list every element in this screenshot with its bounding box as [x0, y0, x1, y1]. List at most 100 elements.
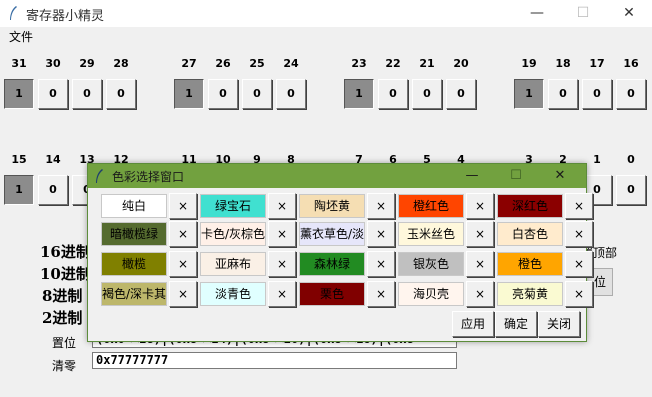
bit-toggle-button[interactable]: 0	[548, 79, 578, 109]
color-swatch[interactable]: 暗橄榄绿	[101, 222, 167, 246]
remove-color-button[interactable]: ×	[367, 221, 395, 247]
bit-label: 27	[181, 57, 197, 70]
bit-toggle-button[interactable]: 0	[38, 79, 68, 109]
remove-color-button[interactable]: ×	[268, 193, 296, 219]
remove-color-button[interactable]: ×	[169, 221, 197, 247]
ok-button[interactable]: 确定	[495, 311, 537, 337]
remove-color-button[interactable]: ×	[367, 193, 395, 219]
remove-color-button[interactable]: ×	[565, 281, 593, 307]
bit-toggle-button[interactable]: 1	[4, 79, 34, 109]
dialog-title-bar: 色彩选择窗口 — ☐ ✕	[88, 164, 586, 188]
remove-color-button[interactable]: ×	[268, 281, 296, 307]
bit-toggle-button[interactable]: 0	[38, 175, 68, 205]
color-swatch[interactable]: 绿宝石	[200, 194, 266, 218]
bit-toggle-button[interactable]: 0	[378, 79, 408, 109]
bit-toggle-button[interactable]: 0	[106, 79, 136, 109]
dialog-close-action-button[interactable]: 关闭	[538, 311, 580, 337]
remove-color-button[interactable]: ×	[169, 281, 197, 307]
window-title: 寄存器小精灵	[26, 9, 105, 24]
color-swatch[interactable]: 深红色	[497, 194, 563, 218]
color-swatch[interactable]: 陶坯黄	[299, 194, 365, 218]
dialog-title: 色彩选择窗口	[112, 170, 185, 184]
bit-label: 20	[453, 57, 469, 70]
feather-icon	[96, 169, 103, 183]
bit-label: 16	[623, 57, 639, 70]
bit-toggle-button[interactable]: 1	[174, 79, 204, 109]
bit-label: 26	[215, 57, 231, 70]
bit-toggle-button[interactable]: 1	[514, 79, 544, 109]
bit-toggle-button[interactable]: 0	[616, 79, 646, 109]
bit-label: 19	[521, 57, 537, 70]
bit-label: 17	[589, 57, 605, 70]
oct-label: 8进制	[42, 287, 83, 305]
bit-toggle-button[interactable]: 0	[616, 175, 646, 205]
color-swatch[interactable]: 薰衣草色/淡紫色	[299, 222, 365, 246]
color-swatch[interactable]: 栗色	[299, 282, 365, 306]
remove-color-button[interactable]: ×	[367, 251, 395, 277]
color-swatch[interactable]: 褐色/深卡其	[101, 282, 167, 306]
remove-color-button[interactable]: ×	[268, 251, 296, 277]
bit-toggle-button[interactable]: 0	[242, 79, 272, 109]
bit-label: 18	[555, 57, 571, 70]
color-swatch[interactable]: 亮菊黄	[497, 282, 563, 306]
bit-label: 15	[11, 153, 27, 166]
color-swatch[interactable]: 橙红色	[398, 194, 464, 218]
bit-toggle-button[interactable]: 0	[72, 79, 102, 109]
bit-label: 24	[283, 57, 299, 70]
color-swatch[interactable]: 淡青色	[200, 282, 266, 306]
bit-toggle-button[interactable]: 0	[446, 79, 476, 109]
remove-color-button[interactable]: ×	[565, 251, 593, 277]
apply-button[interactable]: 应用	[452, 311, 494, 337]
remove-color-button[interactable]: ×	[367, 281, 395, 307]
dec-label: 10进制	[40, 265, 91, 283]
color-swatch[interactable]: 亚麻布	[200, 252, 266, 276]
title-bar: 寄存器小精灵 — ☐ ✕	[0, 0, 652, 27]
bit-label: 30	[45, 57, 61, 70]
menu-file[interactable]: 文件	[9, 28, 33, 45]
remove-color-button[interactable]: ×	[466, 281, 494, 307]
color-swatch[interactable]: 白杏色	[497, 222, 563, 246]
minimize-button[interactable]: —	[514, 0, 560, 27]
color-swatch[interactable]: 橙色	[497, 252, 563, 276]
bit-label: 21	[419, 57, 435, 70]
close-button[interactable]: ✕	[606, 0, 652, 27]
remove-color-button[interactable]: ×	[169, 193, 197, 219]
remove-color-button[interactable]: ×	[466, 193, 494, 219]
bit-label: 23	[351, 57, 367, 70]
dialog-close-button[interactable]: ✕	[538, 164, 582, 188]
bit-label: 22	[385, 57, 401, 70]
clear-value-field[interactable]: 0x77777777	[92, 352, 457, 369]
remove-color-button[interactable]: ×	[466, 221, 494, 247]
set-label: 置位	[52, 336, 77, 350]
remove-color-button[interactable]: ×	[268, 221, 296, 247]
hex-label: 16进制	[40, 243, 91, 261]
remove-color-button[interactable]: ×	[466, 251, 494, 277]
color-swatch[interactable]: 海贝壳	[398, 282, 464, 306]
dialog-maximize-button[interactable]: ☐	[494, 164, 538, 188]
bit-label: 0	[627, 153, 635, 166]
bit-label: 14	[45, 153, 61, 166]
color-swatch[interactable]: 玉米丝色	[398, 222, 464, 246]
menu-bar: 文件	[0, 27, 652, 45]
remove-color-button[interactable]: ×	[565, 193, 593, 219]
bit-toggle-button[interactable]: 1	[344, 79, 374, 109]
feather-icon	[10, 6, 17, 20]
dialog-minimize-button[interactable]: —	[450, 164, 494, 188]
bit-toggle-button[interactable]: 0	[208, 79, 238, 109]
color-swatch[interactable]: 银灰色	[398, 252, 464, 276]
clear-label: 清零	[52, 359, 77, 373]
color-swatch[interactable]: 纯白	[101, 194, 167, 218]
bit-toggle-button[interactable]: 0	[412, 79, 442, 109]
maximize-button[interactable]: ☐	[560, 0, 606, 27]
bit-toggle-button[interactable]: 1	[4, 175, 34, 205]
remove-color-button[interactable]: ×	[565, 221, 593, 247]
color-swatch[interactable]: 卡色/灰棕色	[200, 222, 266, 246]
bit-toggle-button[interactable]: 0	[276, 79, 306, 109]
remove-color-button[interactable]: ×	[169, 251, 197, 277]
bin-label: 2进制	[42, 309, 83, 327]
color-swatch[interactable]: 橄榄	[101, 252, 167, 276]
bit-label: 29	[79, 57, 95, 70]
bit-label: 28	[113, 57, 129, 70]
bit-toggle-button[interactable]: 0	[582, 79, 612, 109]
color-swatch[interactable]: 森林绿	[299, 252, 365, 276]
